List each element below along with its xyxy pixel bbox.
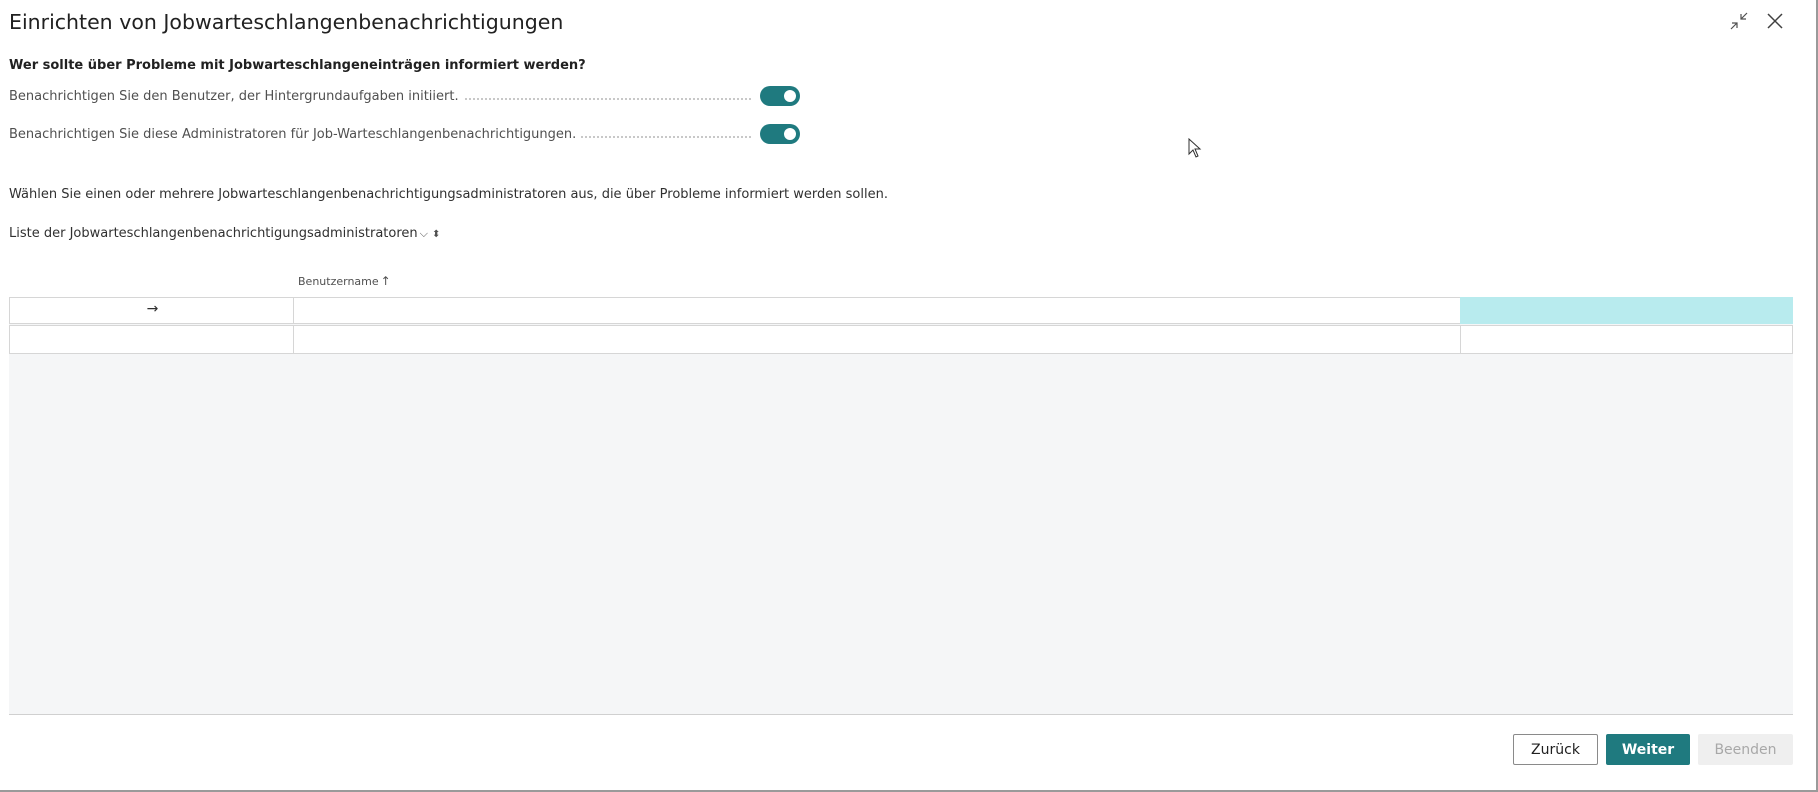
row-arrow-icon: → xyxy=(146,301,159,317)
close-button[interactable] xyxy=(1764,10,1786,32)
row-selector-cell[interactable]: → xyxy=(9,297,294,324)
admin-list-caption[interactable]: Liste der Jobwarteschlangenbenachrichtig… xyxy=(9,226,440,241)
active-cell[interactable] xyxy=(1460,297,1793,324)
question-heading: Wer sollte über Probleme mit Jobwartesch… xyxy=(9,58,586,73)
notify-initiator-toggle[interactable] xyxy=(760,86,800,106)
mouse-pointer-icon xyxy=(1188,138,1202,158)
extra-cell[interactable] xyxy=(1460,325,1793,354)
close-icon xyxy=(1767,13,1783,29)
back-button[interactable]: Zurück xyxy=(1513,734,1598,765)
next-button[interactable]: Weiter xyxy=(1606,734,1690,765)
toggle-knob xyxy=(784,90,796,102)
collapse-button[interactable] xyxy=(1728,10,1750,32)
notify-initiator-label: Benachrichtigen Sie den Benutzer, der Hi… xyxy=(9,89,463,104)
setup-dialog: Einrichten von Jobwarteschlangenbenachri… xyxy=(0,0,1818,792)
notify-admins-label: Benachrichtigen Sie diese Administratore… xyxy=(9,127,581,142)
row-selector-cell[interactable] xyxy=(9,325,294,354)
username-cell[interactable] xyxy=(293,325,1461,354)
notify-admins-field: Benachrichtigen Sie diese Administratore… xyxy=(9,123,800,147)
notify-initiator-field: Benachrichtigen Sie den Benutzer, der Hi… xyxy=(9,85,800,109)
notify-admins-toggle[interactable] xyxy=(760,124,800,144)
admin-grid: → xyxy=(9,297,1793,715)
sort-toggle-icon[interactable]: ⬍ xyxy=(432,229,440,240)
collapse-icon xyxy=(1730,12,1748,30)
finish-button[interactable]: Beenden xyxy=(1698,734,1793,765)
column-header-username[interactable]: Benutzername ↑ xyxy=(298,274,391,288)
table-row[interactable]: → xyxy=(9,297,1793,325)
chevron-down-icon: ⌵ xyxy=(419,227,428,240)
toggle-knob xyxy=(784,128,796,140)
username-cell[interactable] xyxy=(293,297,1461,324)
admin-list-caption-text: Liste der Jobwarteschlangenbenachrichtig… xyxy=(9,226,418,241)
dialog-title: Einrichten von Jobwarteschlangenbenachri… xyxy=(9,10,564,34)
instruction-text: Wählen Sie einen oder mehrere Jobwartesc… xyxy=(9,187,888,202)
sort-ascending-icon: ↑ xyxy=(380,274,391,288)
table-row[interactable] xyxy=(9,325,1793,354)
column-header-label: Benutzername xyxy=(298,275,379,288)
